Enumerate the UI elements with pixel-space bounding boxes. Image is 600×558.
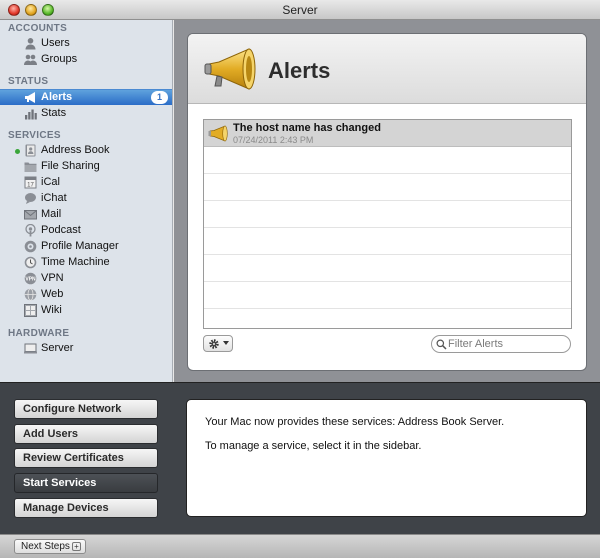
- sidebar-item-wiki[interactable]: Wiki: [0, 303, 172, 319]
- sidebar-item-server[interactable]: Server: [0, 341, 172, 357]
- sidebar-item-label: Time Machine: [41, 256, 110, 268]
- sidebar-item-label: Server: [41, 342, 74, 354]
- list-item-empty: [204, 228, 571, 255]
- review-certificates-button[interactable]: Review Certificates: [14, 448, 158, 468]
- sidebar-item-label: Mail: [41, 208, 62, 220]
- sidebar-item-ichat[interactable]: iChat: [0, 191, 172, 207]
- sidebar-item-file-sharing[interactable]: File Sharing: [0, 159, 172, 175]
- search-icon: [436, 339, 447, 350]
- sidebar-item-label: Podcast: [41, 224, 81, 236]
- sidebar: ACCOUNTS Users Groups STATUS Alerts 1 St…: [0, 20, 173, 382]
- sidebar-item-label: Groups: [41, 53, 78, 65]
- sidebar-item-users[interactable]: Users: [0, 36, 172, 52]
- sidebar-item-label: Wiki: [41, 304, 62, 316]
- service-running-indicator: [15, 149, 20, 154]
- sidebar-item-alerts[interactable]: Alerts 1: [0, 89, 172, 105]
- manage-devices-button[interactable]: Manage Devices: [14, 498, 158, 518]
- user-icon: [25, 38, 36, 50]
- sidebar-item-groups[interactable]: Groups: [0, 52, 172, 68]
- footer-bar: Next Steps +: [0, 534, 600, 558]
- calendar-icon: 17: [24, 176, 37, 189]
- alerts-count-badge: 1: [151, 91, 168, 104]
- sidebar-item-label: iChat: [41, 192, 67, 204]
- server-icon: [24, 343, 37, 354]
- mail-icon: [24, 210, 37, 220]
- sidebar-item-label: Web: [41, 288, 64, 300]
- next-steps-area: Configure Network Add Users Review Certi…: [0, 382, 600, 534]
- info-text-services: Your Mac now provides these services: Ad…: [205, 416, 505, 428]
- gear-icon: [209, 339, 219, 349]
- sidebar-item-label: Stats: [41, 107, 67, 119]
- sidebar-item-label: File Sharing: [41, 160, 100, 172]
- list-item-empty: [204, 282, 571, 309]
- main-content-area: Alerts The host name has changed 07/24/2…: [174, 20, 600, 382]
- sidebar-item-ical[interactable]: 17 iCal: [0, 175, 172, 191]
- megaphone-icon: [208, 125, 228, 142]
- sidebar-item-podcast[interactable]: Podcast: [0, 223, 172, 239]
- server-app-window: Server ACCOUNTS Users Groups STATUS Aler…: [0, 0, 600, 558]
- add-users-button[interactable]: Add Users: [14, 424, 158, 444]
- sidebar-header-hardware: HARDWARE: [8, 328, 70, 339]
- sidebar-header-services: SERVICES: [8, 130, 61, 141]
- megaphone-icon: [204, 48, 256, 90]
- folder-icon: [24, 162, 37, 172]
- sidebar-item-label: Users: [41, 37, 70, 49]
- chevron-down-icon: [223, 341, 229, 345]
- time-machine-icon: [24, 256, 37, 269]
- sidebar-item-stats[interactable]: Stats: [0, 106, 172, 122]
- alert-timestamp: 07/24/2011 2:43 PM: [233, 135, 314, 145]
- profile-manager-icon: [24, 240, 37, 253]
- podcast-icon: [25, 224, 36, 237]
- list-item-empty: [204, 174, 571, 201]
- group-icon: [24, 54, 37, 65]
- list-item-empty: [204, 147, 571, 174]
- title-bar: Server: [0, 0, 600, 20]
- alerts-panel-header: Alerts: [188, 34, 586, 104]
- sidebar-item-time-machine[interactable]: Time Machine: [0, 255, 172, 271]
- action-menu-button[interactable]: [203, 335, 233, 352]
- configure-network-button[interactable]: Configure Network: [14, 399, 158, 419]
- sidebar-header-status: STATUS: [8, 76, 49, 87]
- sidebar-item-label: Alerts: [41, 91, 73, 103]
- next-steps-label: Next Steps: [21, 541, 70, 552]
- filter-alerts-input[interactable]: [448, 337, 566, 351]
- vpn-icon: VPN: [24, 272, 37, 285]
- sidebar-item-web[interactable]: Web: [0, 287, 172, 303]
- sidebar-item-vpn[interactable]: VPN VPN: [0, 271, 172, 287]
- filter-alerts-field[interactable]: [431, 335, 571, 353]
- info-panel: Your Mac now provides these services: Ad…: [186, 399, 587, 517]
- chart-icon: [25, 109, 37, 120]
- sidebar-header-accounts: ACCOUNTS: [8, 23, 68, 34]
- start-services-button[interactable]: Start Services: [14, 473, 158, 493]
- alerts-list[interactable]: The host name has changed 07/24/2011 2:4…: [203, 119, 572, 329]
- sidebar-item-label: iCal: [41, 176, 60, 188]
- next-steps-button[interactable]: Next Steps +: [14, 539, 86, 554]
- sidebar-item-address-book[interactable]: Address Book: [0, 143, 172, 159]
- alerts-panel: Alerts The host name has changed 07/24/2…: [187, 33, 587, 371]
- window-title: Server: [282, 3, 318, 17]
- sidebar-item-label: VPN: [41, 272, 64, 284]
- alert-title: The host name has changed: [233, 122, 381, 134]
- globe-icon: [24, 288, 37, 301]
- svg-text:17: 17: [27, 183, 34, 189]
- sidebar-item-label: Profile Manager: [41, 240, 119, 252]
- svg-text:VPN: VPN: [25, 277, 36, 283]
- list-item-empty: [204, 255, 571, 282]
- sidebar-item-mail[interactable]: Mail: [0, 207, 172, 223]
- megaphone-icon: [25, 92, 35, 103]
- chat-icon: [25, 193, 36, 204]
- page-title: Alerts: [268, 58, 331, 83]
- info-text-instructions: To manage a service, select it in the si…: [205, 440, 422, 452]
- address-book-icon: [25, 144, 36, 157]
- sidebar-item-label: Address Book: [41, 144, 110, 156]
- list-item-empty: [204, 201, 571, 228]
- alert-row[interactable]: The host name has changed 07/24/2011 2:4…: [204, 120, 571, 147]
- sidebar-item-profile-manager[interactable]: Profile Manager: [0, 239, 172, 255]
- expand-icon: +: [72, 542, 81, 551]
- wiki-icon: [24, 304, 37, 317]
